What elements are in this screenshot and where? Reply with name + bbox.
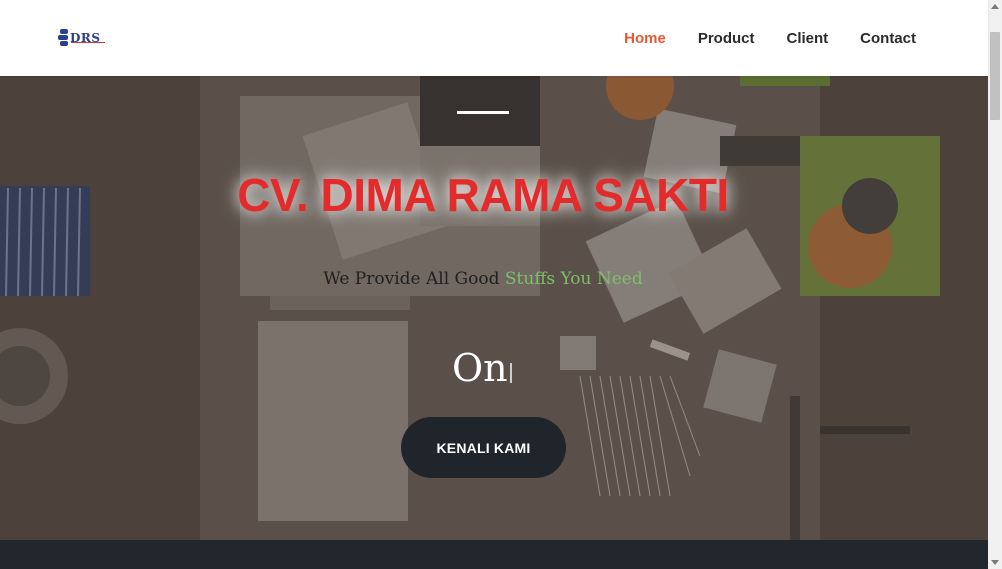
brand-logo[interactable]: DRS — [58, 28, 108, 48]
kenali-kami-button[interactable]: KENALI KAMI — [401, 417, 566, 478]
hero-section: CV. DIMA RAMA SAKTI We Provide All Good … — [0, 76, 988, 540]
hero-divider — [457, 111, 509, 114]
typed-text: On — [452, 346, 508, 390]
nav-link-product[interactable]: Product — [698, 30, 755, 47]
hero-title: CV. DIMA RAMA SAKTI — [237, 169, 729, 221]
nav-link-home[interactable]: Home — [624, 30, 666, 47]
logo-mark-icon — [58, 28, 69, 48]
typing-cursor — [509, 363, 512, 383]
main-nav: Home Product Client Contact — [624, 0, 916, 76]
navbar: DRS Home Product Client Contact — [0, 0, 988, 76]
scroll-down-arrow-icon[interactable] — [991, 560, 999, 565]
hero-tagline: We Provide All Good Stuffs You Need — [0, 269, 966, 289]
logo-underline — [71, 42, 105, 44]
nav-link-client[interactable]: Client — [786, 30, 828, 47]
nav-link-contact[interactable]: Contact — [860, 30, 916, 47]
hero-typed-text: On — [452, 346, 512, 390]
scroll-up-arrow-icon[interactable] — [991, 4, 999, 9]
scrollbar-thumb[interactable] — [990, 32, 1000, 120]
hero-tagline-accent: Stuffs You Need — [504, 269, 643, 289]
next-section-strip — [0, 540, 988, 569]
page-scrollbar[interactable] — [988, 0, 1002, 569]
hero-tagline-plain: We Provide All Good — [323, 269, 505, 289]
